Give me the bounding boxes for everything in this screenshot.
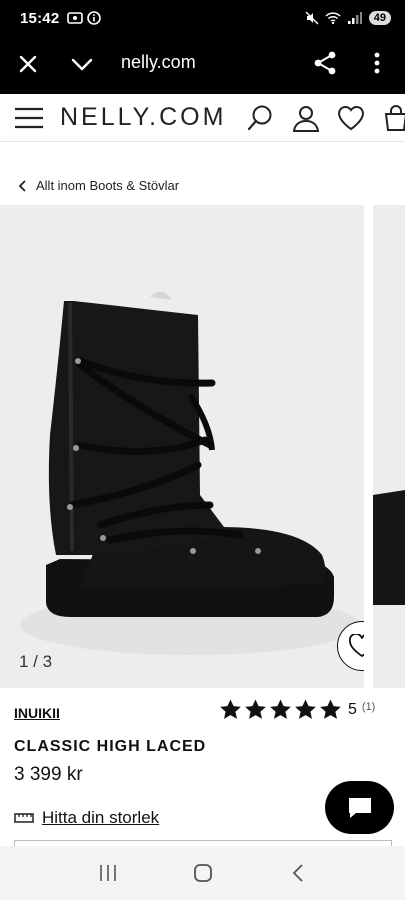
rating-count: (1) — [361, 700, 376, 713]
more-vert-icon[interactable] — [366, 50, 388, 76]
back-icon — [292, 864, 303, 882]
user-icon[interactable] — [292, 104, 320, 132]
back-button[interactable] — [283, 858, 313, 888]
home-button[interactable] — [188, 858, 218, 888]
status-notification-icons — [67, 11, 102, 25]
product-gallery[interactable]: 1 / 3 — [0, 205, 405, 688]
hamburger-menu-icon[interactable] — [14, 106, 44, 130]
image-counter: 1 / 3 — [19, 652, 53, 671]
breadcrumb[interactable]: Allt inom Boots & Stövlar — [18, 178, 179, 193]
chat-button[interactable] — [325, 781, 394, 834]
home-icon — [193, 864, 212, 882]
close-icon[interactable] — [16, 52, 40, 76]
share-icon[interactable] — [312, 50, 338, 76]
size-guide-label: Hitta din storlek — [42, 808, 160, 827]
status-bar: 15:42 49 — [0, 0, 405, 36]
product-name: CLASSIC HIGH LACED — [14, 738, 207, 755]
screen-record-icon — [67, 12, 84, 24]
star-icon — [270, 699, 291, 719]
boot-image-partial — [373, 490, 405, 605]
browser-toolbar: nelly.com — [0, 36, 405, 94]
battery-indicator: 49 — [368, 11, 391, 25]
mute-icon — [305, 11, 319, 25]
star-icon — [245, 699, 266, 719]
wifi-icon — [325, 12, 341, 25]
star-icon — [320, 699, 341, 719]
boot-image — [20, 291, 360, 655]
breadcrumb-label: Allt inom Boots & Stövlar — [36, 178, 180, 193]
heart-icon[interactable] — [337, 104, 365, 132]
cart-icon[interactable] — [382, 104, 405, 132]
site-logo[interactable]: NELLY.COM — [60, 103, 226, 132]
star-icon — [220, 699, 241, 719]
recent-apps-button[interactable] — [93, 858, 123, 888]
star-icon — [295, 699, 316, 719]
url-display[interactable]: nelly.com — [121, 52, 196, 73]
signal-icon — [347, 12, 362, 24]
product-image[interactable]: 1 / 3 — [0, 205, 364, 688]
search-icon[interactable] — [246, 104, 274, 132]
chat-bubble-icon — [348, 797, 371, 818]
product-price: 3 399 kr — [14, 764, 83, 785]
system-nav-bar — [0, 846, 405, 900]
brand-link[interactable]: INUIKII — [14, 705, 60, 721]
chevron-down-icon[interactable] — [70, 52, 94, 76]
product-rating[interactable]: 5 (1) — [219, 698, 375, 721]
status-system-icons: 49 — [305, 11, 391, 25]
site-header: NELLY.COM — [0, 94, 405, 142]
status-time: 15:42 — [20, 9, 60, 27]
recent-apps-icon — [99, 865, 116, 881]
ruler-icon — [14, 813, 34, 823]
info-icon — [87, 11, 102, 25]
chevron-left-icon — [18, 179, 26, 192]
next-product-image[interactable] — [373, 205, 405, 688]
rating-value: 5 — [348, 700, 357, 718]
heart-icon — [349, 634, 364, 658]
size-guide-link[interactable]: Hitta din storlek — [14, 808, 159, 828]
